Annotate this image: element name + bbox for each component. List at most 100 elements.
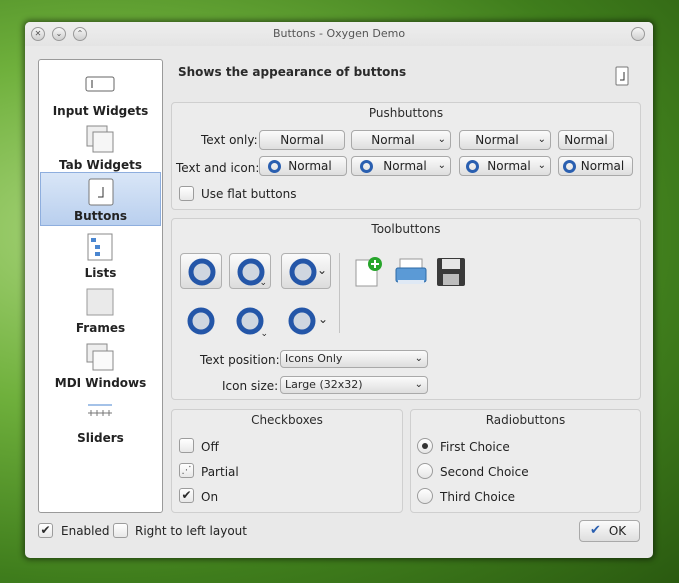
chevron-down-icon: ⌄: [259, 278, 267, 288]
sidebar-item-frames[interactable]: Frames: [40, 283, 161, 337]
chevron-down-icon: ⌄: [414, 379, 423, 390]
buttons-icon: [88, 178, 114, 206]
check-icon: ✔: [590, 523, 601, 538]
text-position-value: Icons Only: [285, 352, 343, 365]
chevron-down-icon: ⌄: [537, 134, 546, 145]
ring-icon: [563, 160, 576, 173]
window-title: Buttons - Oxygen Demo: [272, 27, 406, 40]
normal-menu-button[interactable]: Normal ⌄: [459, 130, 551, 150]
on-label: On: [201, 490, 219, 504]
normal-icon-button[interactable]: Normal: [558, 156, 633, 176]
print-icon[interactable]: [394, 256, 428, 288]
off-label: Off: [201, 440, 219, 454]
save-icon[interactable]: [435, 256, 467, 288]
new-document-icon[interactable]: [353, 256, 385, 288]
ok-label: OK: [608, 524, 627, 538]
first-choice-label: First Choice: [440, 440, 510, 454]
button-label: Normal: [371, 133, 415, 147]
chevron-down-icon: ⌄: [260, 329, 268, 339]
sidebar-item-label: Input Widgets: [52, 104, 149, 118]
sidebar: Input Widgets Tab Widgets Buttons Lists …: [38, 59, 163, 513]
button-label: Normal: [580, 159, 625, 173]
toolbutton-split[interactable]: ⌄: [281, 253, 331, 289]
ring-icon: [466, 160, 479, 173]
icon-size-value: Large (32x32): [285, 378, 363, 391]
toolbutton-flat[interactable]: [180, 303, 222, 339]
third-choice-label: Third Choice: [440, 490, 516, 504]
sidebar-item-sliders[interactable]: Sliders: [40, 393, 161, 447]
checkboxes-title: Checkboxes: [251, 413, 323, 427]
text-position-label: Text position:: [200, 353, 280, 367]
on-checkbox[interactable]: ✔: [179, 488, 194, 503]
chevron-down-icon: ⌄: [437, 134, 446, 145]
ring-icon: [360, 160, 373, 173]
sidebar-item-label: Frames: [75, 321, 126, 335]
toolbuttons-title: Toolbuttons: [371, 222, 441, 236]
normal-button[interactable]: Normal: [259, 130, 345, 150]
icon-size-select[interactable]: Large (32x32) ⌄: [280, 376, 428, 394]
sidebar-item-mdi-windows[interactable]: MDI Windows: [40, 338, 161, 392]
sidebar-item-label: Sliders: [77, 431, 124, 445]
normal-icon-button[interactable]: Normal: [259, 156, 347, 176]
button-label: Normal: [383, 159, 427, 173]
enabled-checkbox[interactable]: ✔: [38, 523, 53, 538]
button-label: Normal: [475, 133, 519, 147]
toolbutton-flat-menu[interactable]: ⌄: [229, 303, 271, 339]
off-checkbox[interactable]: [179, 438, 194, 453]
icon-size-label: Icon size:: [222, 379, 279, 393]
ring-icon: [187, 307, 215, 335]
first-choice-radio[interactable]: [417, 438, 433, 454]
ring-icon: [188, 258, 216, 286]
sidebar-item-buttons[interactable]: Buttons: [40, 172, 161, 226]
lists-icon: [87, 233, 113, 261]
second-choice-label: Second Choice: [440, 465, 529, 479]
chevron-down-icon: ⌄: [537, 160, 546, 171]
normal-menu-button[interactable]: Normal ⌄: [351, 130, 451, 150]
enabled-label: Enabled: [61, 524, 110, 538]
ring-icon: [268, 160, 281, 173]
sidebar-item-lists[interactable]: Lists: [40, 228, 161, 282]
title-bar: ✕ ⌄ ⌃ Buttons - Oxygen Demo: [25, 22, 653, 46]
flat-buttons-checkbox[interactable]: [179, 186, 194, 201]
chevron-down-icon: ⌄: [414, 353, 423, 364]
third-choice-radio[interactable]: [417, 488, 433, 504]
radiobuttons-title: Radiobuttons: [485, 413, 566, 427]
tab-widgets-icon: [86, 125, 114, 153]
normal-button[interactable]: Normal: [558, 130, 614, 150]
toolbutton[interactable]: [180, 253, 222, 289]
ring-icon: [288, 307, 316, 335]
sidebar-item-label: Lists: [84, 266, 117, 280]
chevron-down-icon: ⌄: [437, 160, 446, 171]
input-widgets-icon: [85, 76, 115, 92]
toolbutton-flat-split[interactable]: ⌄: [281, 303, 331, 339]
text-only-label: Text only:: [201, 133, 258, 147]
toolbar-separator: [339, 253, 340, 333]
toolbutton-menu[interactable]: ⌄: [229, 253, 271, 289]
main-window: ✕ ⌄ ⌃ Buttons - Oxygen Demo Input Widget…: [25, 22, 653, 558]
text-position-select[interactable]: Icons Only ⌄: [280, 350, 428, 368]
button-label: Normal: [288, 159, 332, 173]
page-heading: Shows the appearance of buttons: [178, 65, 407, 79]
menu-icon[interactable]: [631, 27, 645, 41]
mdi-windows-icon: [86, 343, 114, 371]
second-choice-radio[interactable]: [417, 463, 433, 479]
text-and-icon-label: Text and icon:: [176, 161, 260, 175]
ok-button[interactable]: ✔ OK: [579, 520, 640, 542]
rtl-label: Right to left layout: [135, 524, 247, 538]
rtl-checkbox[interactable]: [113, 523, 128, 538]
sidebar-item-label: Buttons: [73, 209, 128, 223]
normal-icon-menu-button[interactable]: Normal ⌄: [459, 156, 551, 176]
sidebar-item-label: MDI Windows: [54, 376, 147, 390]
buttons-icon: [615, 66, 629, 86]
partial-checkbox[interactable]: ⋰: [179, 463, 194, 478]
frames-icon: [86, 288, 114, 316]
sidebar-item-input-widgets[interactable]: Input Widgets: [40, 66, 161, 120]
normal-icon-menu-button[interactable]: Normal ⌄: [351, 156, 451, 176]
sidebar-item-label: Tab Widgets: [58, 158, 143, 172]
radio-dot-icon: [422, 443, 428, 449]
sidebar-item-tab-widgets[interactable]: Tab Widgets: [40, 120, 161, 174]
ring-icon: [289, 258, 317, 286]
chevron-down-icon: ⌄: [316, 263, 327, 277]
pushbuttons-title: Pushbuttons: [368, 106, 444, 120]
sliders-icon: [88, 404, 112, 416]
